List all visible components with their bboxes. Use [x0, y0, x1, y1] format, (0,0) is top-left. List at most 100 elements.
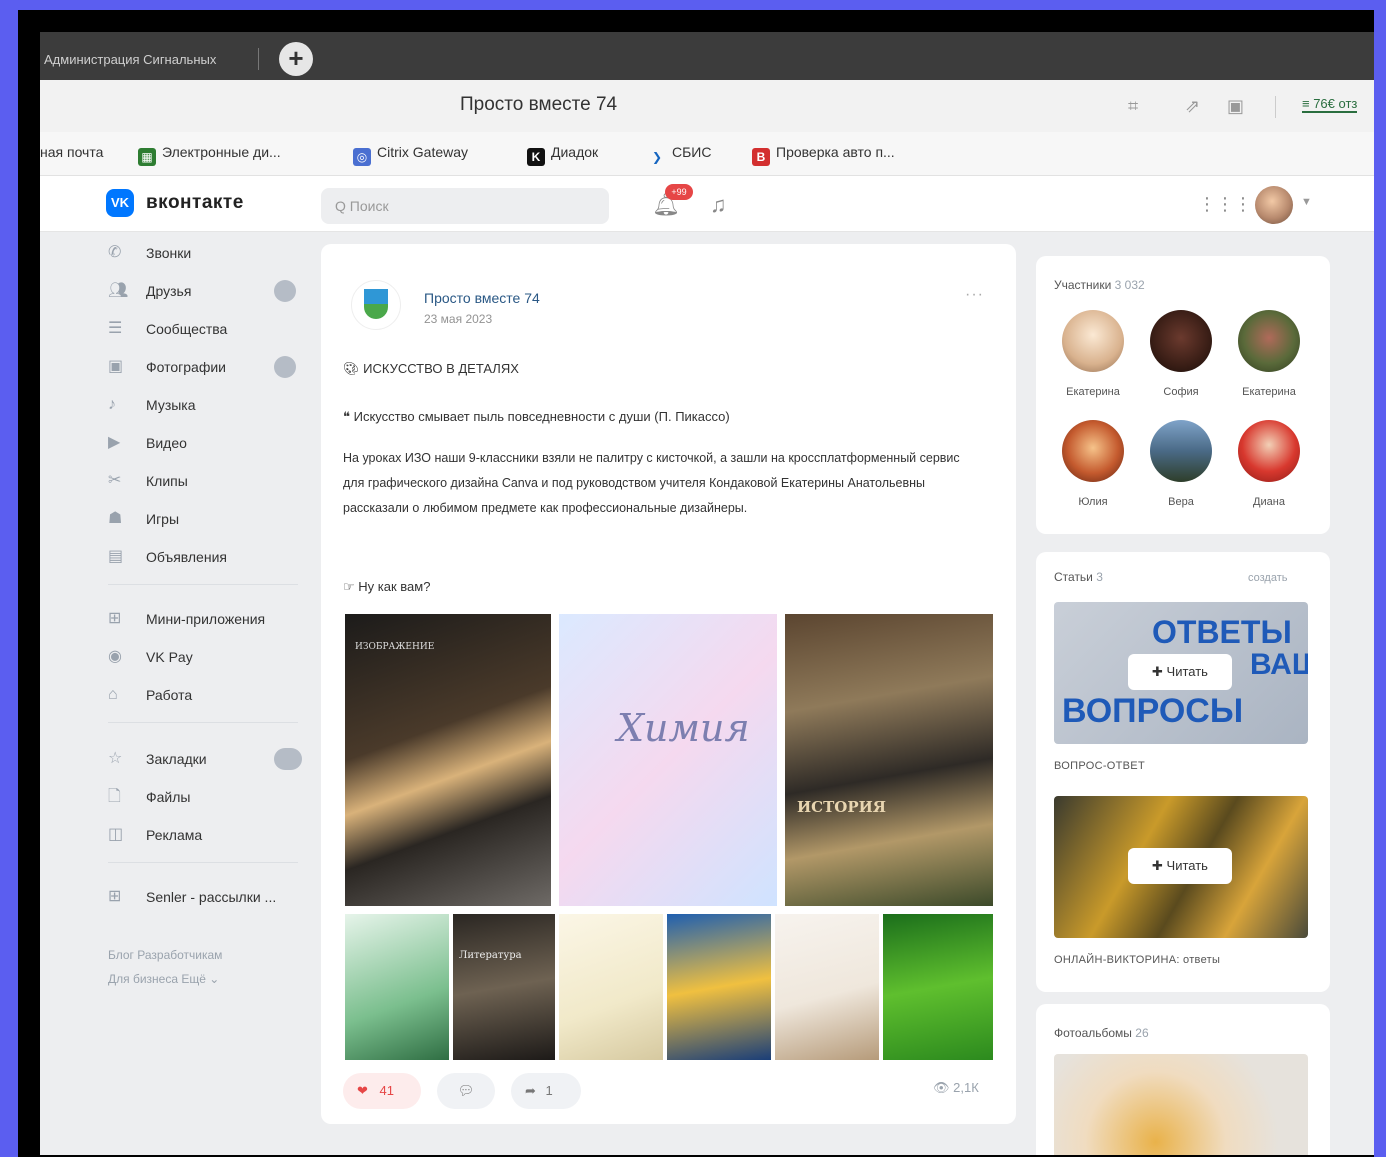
article-title[interactable]: ВОПРОС-ОТВЕТ	[1054, 760, 1145, 772]
read-button[interactable]: ✚ Читать	[1128, 654, 1232, 690]
chevron-down-icon[interactable]: ▼	[1301, 196, 1312, 208]
albums-card: Фотоальбомы 26	[1036, 1004, 1330, 1155]
search-input[interactable]: Q Поиск	[321, 188, 609, 224]
citrix-icon: ◎	[353, 148, 371, 166]
share-icon[interactable]: ⇗	[1185, 96, 1200, 117]
share-arrow-icon: ➦	[525, 1083, 536, 1098]
bookmark-label: СБИС	[672, 144, 712, 160]
members-card: Участники 3 032 Екатерина София Екатерин…	[1036, 256, 1330, 534]
sidebar-footer-links[interactable]: Блог Разработчикам	[108, 948, 222, 962]
apps-grid-icon[interactable]: ⋮⋮⋮	[1198, 194, 1252, 215]
members-title[interactable]: Участники 3 032	[1054, 278, 1145, 292]
bookmark-auto-check[interactable]: В Проверка авто п...	[752, 144, 895, 166]
post-photo-chemistry[interactable]: Химия	[559, 614, 777, 906]
ads-icon: ▤	[108, 548, 124, 565]
photo-caption: ИЗОБРАЖЕНИЕ	[355, 642, 435, 652]
bookmark-citrix[interactable]: ◎ Citrix Gateway	[353, 144, 468, 166]
friends-badge	[274, 280, 296, 302]
quote-icon: ❝	[343, 409, 354, 424]
post-photo-poster[interactable]	[559, 914, 663, 1060]
like-count: 41	[379, 1083, 394, 1098]
bookmark-label: Диадок	[551, 144, 599, 160]
sidebar-item-communities[interactable]: ☰ Сообщества	[98, 314, 308, 344]
games-icon: ☗	[108, 510, 123, 527]
post-author[interactable]: Просто вместе 74	[424, 290, 540, 306]
vk-logo-icon[interactable]: VK	[106, 189, 134, 217]
friends-icon: 👥︎	[108, 282, 129, 299]
sidebar-item-bookmarks[interactable]: ☆ Закладки	[98, 744, 308, 774]
avatar	[1238, 420, 1300, 482]
post-photo-literature[interactable]: Литература	[453, 914, 555, 1060]
community-avatar[interactable]	[351, 280, 401, 330]
titlebar-separator	[1275, 96, 1276, 118]
more-options-icon[interactable]: ···	[965, 286, 984, 304]
sidebar-item-friends[interactable]: 👥︎ Друзья	[98, 276, 308, 306]
post-photo-history[interactable]: ИСТОРИЯ	[785, 614, 993, 906]
sidebar-item-ads[interactable]: ▤ Объявления	[98, 542, 308, 572]
post-photo-nature[interactable]	[883, 914, 993, 1060]
sidebar-item-photos[interactable]: ▣ Фотографии	[98, 352, 308, 382]
palette-icon: 🎨︎	[343, 361, 364, 376]
comment-button[interactable]: 💬︎	[437, 1073, 495, 1109]
post-photo-portrait[interactable]	[775, 914, 879, 1060]
new-tab-button[interactable]: +	[279, 42, 313, 76]
photo-caption: Литература	[459, 950, 522, 961]
profile-avatar[interactable]	[1255, 186, 1293, 224]
auto-check-icon: В	[752, 148, 770, 166]
avatar	[1150, 420, 1212, 482]
member-item[interactable]: Диана	[1230, 420, 1308, 508]
photo-caption: Химия	[617, 706, 750, 750]
sidebar-item-games[interactable]: ☗ Игры	[98, 504, 308, 534]
bookmark-label: Электронные ди...	[162, 144, 281, 160]
sidebar-item-calls[interactable]: ✆ Звонки	[98, 238, 308, 268]
member-item[interactable]: София	[1142, 310, 1220, 398]
read-button[interactable]: ✚ Читать	[1128, 848, 1232, 884]
article-title[interactable]: ОНЛАЙН-ВИКТОРИНА: ответы	[1054, 954, 1220, 966]
article-cover[interactable]: ✚ Читать	[1054, 796, 1308, 938]
sidebar-item-mini-apps[interactable]: ⊞ Мини-приложения	[98, 604, 308, 634]
sidebar-item-senler[interactable]: ⊞ Senler - рассылки ...	[98, 882, 308, 912]
translate-icon[interactable]: ⌗	[1128, 96, 1138, 117]
music-player-icon[interactable]: ♫	[710, 192, 727, 218]
vkpay-icon: ◉	[108, 648, 122, 665]
vk-brand[interactable]: вконтакте	[146, 192, 244, 214]
article-headline: ВОПРОСЫ	[1062, 692, 1244, 730]
create-article-link[interactable]: создать	[1248, 572, 1287, 584]
member-item[interactable]: Екатерина	[1230, 310, 1308, 398]
sidebar-item-advertising[interactable]: ◫ Реклама	[98, 820, 308, 850]
album-cover[interactable]	[1054, 1054, 1308, 1155]
member-item[interactable]: Вера	[1142, 420, 1220, 508]
member-item[interactable]: Юлия	[1054, 420, 1132, 508]
sidebar-item-files[interactable]: 🗋︎ Файлы	[98, 782, 308, 812]
sidebar-item-vk-pay[interactable]: ◉ VK Pay	[98, 642, 308, 672]
extension-rating[interactable]: ≡ 76€ отз	[1302, 96, 1358, 113]
photo-icon: ▣	[108, 358, 124, 375]
sidebar-item-video[interactable]: ▶ Видео	[98, 428, 308, 458]
files-icon: 🗋︎	[108, 788, 121, 805]
bookmark-sbis[interactable]: ❯ СБИС	[648, 144, 712, 166]
post-date[interactable]: 23 мая 2023	[424, 312, 492, 326]
articles-title[interactable]: Статьи 3	[1054, 570, 1103, 584]
article-headline: ВАШИ	[1250, 648, 1308, 681]
sidebar-footer-links[interactable]: Для бизнеса Ещё ⌄	[108, 972, 219, 986]
member-item[interactable]: Екатерина	[1054, 310, 1132, 398]
extensions-icon[interactable]: ▣	[1227, 96, 1244, 117]
bookmark-icon: ☆	[108, 750, 123, 767]
albums-title[interactable]: Фотоальбомы 26	[1054, 1026, 1149, 1040]
article-cover[interactable]: ОТВЕТЫ ВАШИ ВОПРОСЫ ✚ Читать	[1054, 602, 1308, 744]
bookmark-electronic-journal[interactable]: ▦ Электронные ди...	[138, 144, 281, 166]
post-photo-biology[interactable]	[345, 914, 449, 1060]
post-photo-art[interactable]: ИЗОБРАЖЕНИЕ	[345, 614, 551, 906]
post-photo-balloon[interactable]	[667, 914, 771, 1060]
bookmark-mail[interactable]: ная почта	[40, 144, 103, 160]
advert-icon: ◫	[108, 826, 124, 843]
heart-icon: ❤	[357, 1083, 368, 1098]
share-button[interactable]: ➦ 1	[511, 1073, 581, 1109]
sidebar-item-clips[interactable]: ✂ Клипы	[98, 466, 308, 496]
sidebar-item-music[interactable]: ♪ Музыка	[98, 390, 308, 420]
bookmark-diadoc[interactable]: K Диадок	[527, 144, 598, 166]
like-button[interactable]: ❤ 41	[343, 1073, 421, 1109]
sidebar-divider	[108, 862, 298, 863]
sidebar-item-work[interactable]: ⌂ Работа	[98, 680, 308, 710]
browser-tab[interactable]: Администрация Сигнальных	[40, 40, 245, 80]
